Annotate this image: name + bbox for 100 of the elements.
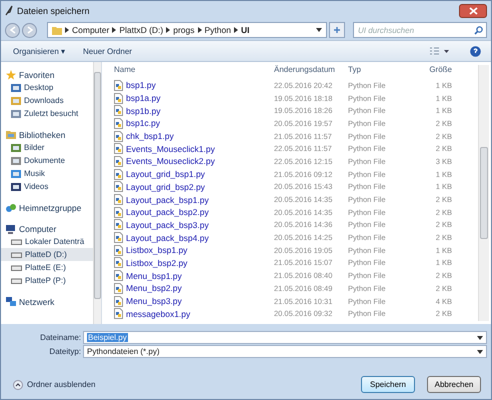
file-name[interactable]: Layout_pack_bsp4.py [126, 232, 209, 243]
sidebar-item[interactable]: Videos [1, 180, 93, 193]
cancel-button[interactable]: Abbrechen [427, 376, 481, 393]
star-icon [6, 70, 16, 80]
file-name[interactable]: Layout_grid_bsp2.py [126, 182, 205, 192]
library-icon [6, 130, 16, 139]
python-file-icon [114, 232, 123, 244]
column-header[interactable]: Name [114, 64, 274, 74]
sidebar-item[interactable]: Lokaler Datenträ [1, 235, 93, 248]
breadcrumb[interactable]: progs [173, 25, 195, 35]
sidebar-item[interactable]: Dokumente [1, 154, 93, 167]
search-field[interactable]: UI durchsuchen [353, 22, 487, 38]
dropdown-arrow-icon [477, 350, 483, 354]
python-file-icon [114, 296, 123, 307]
sidebar-item[interactable]: Bilder [1, 141, 93, 154]
collapse-icon[interactable] [13, 380, 23, 390]
save-button[interactable]: Speichern [361, 376, 415, 393]
breadcrumb[interactable]: PlattxD (D:) [119, 25, 164, 35]
breadcrumb[interactable]: UI [240, 25, 250, 35]
chevron-icon[interactable] [166, 27, 170, 33]
sidebar-item[interactable]: Desktop [1, 81, 93, 94]
python-file-icon [114, 270, 123, 282]
refresh-button[interactable] [329, 22, 345, 38]
sidebar-item[interactable]: PlatteD (D:) [1, 248, 93, 261]
dropdown-arrow-icon [477, 336, 483, 340]
chevron-icon[interactable] [65, 27, 69, 33]
network-group-icon [6, 202, 16, 212]
column-header[interactable]: Größe [412, 64, 452, 74]
sidebar-item[interactable]: PlatteE (E:) [1, 261, 93, 274]
hide-folders-link[interactable]: Ordner ausblenden [27, 380, 96, 389]
chevron-icon[interactable] [198, 27, 202, 33]
drive-icon [11, 264, 22, 271]
field-label: Dateiname: [39, 333, 82, 342]
file-name[interactable]: Menu_bsp1.py [126, 270, 182, 281]
field-label: Dateityp: [48, 347, 82, 356]
file-name[interactable]: Layout_pack_bsp1.py [126, 194, 209, 205]
file-name[interactable]: chk_bsp1.py [126, 131, 174, 142]
new-folder-button[interactable]: Neuer Ordner [81, 44, 134, 58]
file-name[interactable]: Events_Mouseclick1.py [126, 144, 215, 154]
filetype-dropdown[interactable]: Pythondateien (*.py) [83, 345, 487, 358]
file-name[interactable]: messagebox1.py [126, 308, 190, 319]
column-header[interactable]: Typ [348, 64, 412, 74]
file-name[interactable]: Listbox_bsp1.py [126, 245, 188, 256]
python-file-icon [114, 244, 123, 256]
file-name[interactable]: bsp1.py [126, 80, 156, 90]
python-file-icon [114, 168, 123, 180]
network-icon [6, 296, 16, 306]
address-bar[interactable]: Computer PlattxD (D:) progs Python UI [47, 22, 327, 38]
python-file-icon [114, 156, 123, 167]
sidebar-group[interactable]: Favoriten [19, 70, 54, 80]
file-name[interactable]: Menu_bsp3.py [126, 296, 182, 306]
breadcrumb[interactable]: Python [204, 25, 231, 35]
file-name[interactable]: Listbox_bsp2.py [126, 258, 188, 268]
forward-button[interactable] [22, 22, 37, 38]
sidebar-item[interactable]: Downloads [1, 94, 93, 107]
sidebar-item[interactable]: Musik [1, 167, 93, 180]
chevron-icon[interactable] [112, 27, 116, 33]
sidebar-group[interactable]: Bibliotheken [19, 130, 66, 140]
file-name[interactable]: Events_Mouseclick2.py [126, 156, 215, 166]
python-file-icon [114, 143, 123, 154]
python-file-icon [114, 219, 123, 230]
drive-icon [11, 251, 22, 258]
python-file-icon [114, 105, 123, 116]
sidebar-item[interactable]: PlatteP (P:) [1, 274, 93, 287]
sidebar-group[interactable]: Computer [19, 224, 56, 234]
dropdown-arrow-icon[interactable] [316, 28, 322, 32]
python-file-icon [114, 80, 123, 91]
close-icon [468, 6, 478, 14]
filename-field[interactable]: Beispiel.py [83, 331, 487, 344]
sidebar-item[interactable]: Zuletzt besucht [1, 107, 93, 120]
file-name[interactable]: Menu_bsp2.py [126, 283, 182, 294]
sidebar-scrollbar[interactable] [93, 62, 101, 324]
view-options-icon[interactable] [430, 46, 450, 56]
search-icon [474, 26, 483, 35]
breadcrumb[interactable]: Computer [72, 25, 110, 35]
chevron-icon[interactable] [234, 27, 238, 33]
file-name[interactable]: Layout_grid_bsp1.py [126, 169, 205, 180]
window-title: Dateien speichern [17, 6, 90, 16]
python-file-icon [114, 206, 123, 218]
file-name[interactable]: bsp1a.py [126, 93, 160, 104]
file-name[interactable]: Layout_pack_bsp2.py [126, 207, 209, 218]
sidebar-group[interactable]: Netzwerk [19, 296, 54, 306]
feather-icon [5, 5, 14, 16]
python-file-icon [114, 308, 123, 320]
drive-icon [11, 277, 22, 284]
file-name[interactable]: bsp1c.py [126, 118, 160, 128]
file-name[interactable]: bsp1b.py [126, 106, 160, 116]
python-file-icon [114, 92, 123, 104]
python-file-icon [114, 282, 123, 294]
folder-icon [52, 26, 62, 34]
sidebar-group[interactable]: Heimnetzgruppe [19, 202, 82, 212]
python-file-icon [114, 257, 123, 268]
help-icon[interactable] [470, 46, 481, 56]
file-list-scrollbar[interactable] [478, 65, 489, 321]
computer-icon [6, 224, 16, 234]
column-header[interactable]: Änderungsdatum [274, 64, 348, 74]
organize-button[interactable]: Organisieren ▾ [11, 44, 68, 58]
back-button[interactable] [5, 22, 20, 38]
close-button[interactable] [459, 4, 487, 18]
file-name[interactable]: Layout_pack_bsp3.py [126, 220, 209, 230]
